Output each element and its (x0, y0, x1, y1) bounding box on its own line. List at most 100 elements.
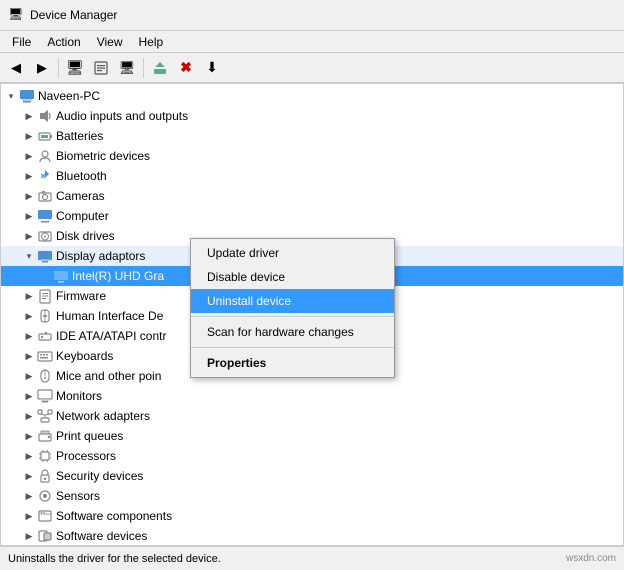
bluetooth-label: Bluetooth (56, 169, 623, 183)
sensors-icon (37, 488, 53, 504)
printqueues-label: Print queues (56, 429, 623, 443)
intel-uhd-icon (53, 268, 69, 284)
printqueues-icon (37, 428, 53, 444)
network-icon (37, 408, 53, 424)
context-menu: Update driver Disable device Uninstall d… (190, 238, 395, 378)
sensors-chevron: ▶ (21, 488, 37, 504)
tree-item-computer[interactable]: ▶ Computer (1, 206, 623, 226)
back-button[interactable]: ◀ (4, 56, 28, 80)
softwaredevices-label: Software devices (56, 529, 623, 543)
batteries-chevron: ▶ (21, 128, 37, 144)
processors-icon (37, 448, 53, 464)
tree-item-processors[interactable]: ▶ Processors (1, 446, 623, 466)
tree-item-softwaredevices[interactable]: ▶ Software devices (1, 526, 623, 546)
computer-label: Computer (56, 209, 623, 223)
audio-label: Audio inputs and outputs (56, 109, 623, 123)
monitors-chevron: ▶ (21, 388, 37, 404)
branding-text: wsxdn.com (566, 553, 616, 564)
context-menu-sep-1 (191, 316, 394, 317)
intel-chevron (37, 268, 53, 284)
tree-item-printqueues[interactable]: ▶ Print queues (1, 426, 623, 446)
app-icon: 🖥 (8, 7, 24, 23)
bluetooth-chevron: ▶ (21, 168, 37, 184)
network-chevron: ▶ (21, 408, 37, 424)
title-bar-text: Device Manager (30, 8, 117, 22)
monitors-icon (37, 388, 53, 404)
menu-view[interactable]: View (89, 33, 131, 51)
audio-chevron: ▶ (21, 108, 37, 124)
computer-node-icon (37, 208, 53, 224)
hid-chevron: ▶ (21, 308, 37, 324)
batteries-icon (37, 128, 53, 144)
context-menu-properties[interactable]: Properties (191, 351, 394, 375)
uninstall-button[interactable]: ✖ (174, 56, 198, 80)
tree-item-network[interactable]: ▶ Network adapters (1, 406, 623, 426)
tree-item-bluetooth[interactable]: ▶ Bluetooth (1, 166, 623, 186)
scan-button[interactable]: ⬇ (200, 56, 224, 80)
update-driver-button[interactable] (148, 56, 172, 80)
main-area: ▾ Naveen-PC ▶ Audio inputs and outputs ▶… (0, 83, 624, 546)
tree-root-node[interactable]: ▾ Naveen-PC (1, 86, 623, 106)
displayadaptors-icon (37, 248, 53, 264)
displayadaptors-chevron: ▾ (21, 248, 37, 264)
root-chevron: ▾ (3, 88, 19, 104)
security-icon (37, 468, 53, 484)
keyboards-icon (37, 348, 53, 364)
forward-button[interactable]: ▶ (30, 56, 54, 80)
firmware-icon (37, 288, 53, 304)
context-menu-update-driver[interactable]: Update driver (191, 241, 394, 265)
softwaredevices-icon (37, 528, 53, 544)
menu-bar: File Action View Help (0, 31, 624, 53)
diskdrives-icon (37, 228, 53, 244)
menu-file[interactable]: File (4, 33, 39, 51)
keyboards-chevron: ▶ (21, 348, 37, 364)
cameras-chevron: ▶ (21, 188, 37, 204)
ide-chevron: ▶ (21, 328, 37, 344)
context-menu-scan-hardware[interactable]: Scan for hardware changes (191, 320, 394, 344)
diskdrives-chevron: ▶ (21, 228, 37, 244)
monitor-button[interactable]: 🖥 (115, 56, 139, 80)
computer-chevron: ▶ (21, 208, 37, 224)
mice-chevron: ▶ (21, 368, 37, 384)
intel-uhd-label: Intel(R) UHD Gra (72, 269, 172, 283)
tree-item-batteries[interactable]: ▶ Batteries (1, 126, 623, 146)
sensors-label: Sensors (56, 489, 623, 503)
ide-icon (37, 328, 53, 344)
hid-icon (37, 308, 53, 324)
cameras-icon (37, 188, 53, 204)
status-text: Uninstalls the driver for the selected d… (8, 553, 566, 565)
context-menu-disable-device[interactable]: Disable device (191, 265, 394, 289)
cameras-label: Cameras (56, 189, 623, 203)
tree-item-sensors[interactable]: ▶ Sensors (1, 486, 623, 506)
mice-icon (37, 368, 53, 384)
menu-action[interactable]: Action (39, 33, 88, 51)
softwaredevices-chevron: ▶ (21, 528, 37, 544)
menu-help[interactable]: Help (131, 33, 172, 51)
biometric-chevron: ▶ (21, 148, 37, 164)
batteries-label: Batteries (56, 129, 623, 143)
processors-chevron: ▶ (21, 448, 37, 464)
context-menu-sep-2 (191, 347, 394, 348)
tree-item-biometric[interactable]: ▶ Biometric devices (1, 146, 623, 166)
biometric-label: Biometric devices (56, 149, 623, 163)
softwarecomponents-icon (37, 508, 53, 524)
biometric-icon (37, 148, 53, 164)
computer-icon (19, 88, 35, 104)
tree-item-softwarecomponents[interactable]: ▶ Software components (1, 506, 623, 526)
toolbar-sep-2 (143, 58, 144, 78)
bluetooth-icon (37, 168, 53, 184)
properties-button[interactable] (89, 56, 113, 80)
computer-button[interactable]: 🖥 (63, 56, 87, 80)
tree-item-security[interactable]: ▶ Security devices (1, 466, 623, 486)
toolbar-sep-1 (58, 58, 59, 78)
title-bar: 🖥 Device Manager (0, 0, 624, 31)
network-label: Network adapters (56, 409, 623, 423)
audio-icon (37, 108, 53, 124)
firmware-chevron: ▶ (21, 288, 37, 304)
context-menu-uninstall-device[interactable]: Uninstall device (191, 289, 394, 313)
tree-item-audio[interactable]: ▶ Audio inputs and outputs (1, 106, 623, 126)
tree-root-label: Naveen-PC (38, 89, 623, 103)
softwarecomponents-chevron: ▶ (21, 508, 37, 524)
tree-item-monitors[interactable]: ▶ Monitors (1, 386, 623, 406)
tree-item-cameras[interactable]: ▶ Cameras (1, 186, 623, 206)
